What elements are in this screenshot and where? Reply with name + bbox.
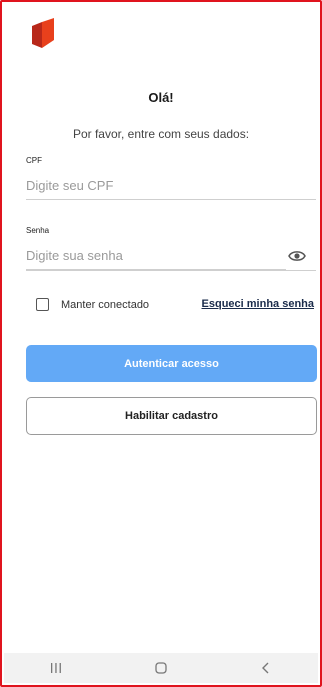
app-screen: Olá! Por favor, entre com seus dados: CP… (0, 0, 322, 687)
login-subtitle: Por favor, entre com seus dados: (72, 127, 250, 141)
back-button[interactable] (246, 656, 286, 680)
greeting-title: Olá! (148, 90, 174, 105)
remember-me-label: Manter conectado (61, 298, 150, 311)
brand-logo-icon (32, 18, 54, 48)
authenticate-button[interactable]: Autenticar acesso (26, 345, 317, 382)
forgot-password-link[interactable]: Esqueci minha senha (202, 298, 314, 310)
cpf-label: CPF (26, 156, 42, 165)
remember-me-checkbox[interactable]: Manter conectado (36, 298, 149, 311)
password-underline (26, 270, 316, 271)
password-label: Senha (26, 226, 50, 235)
enable-registration-button[interactable]: Habilitar cadastro (26, 397, 317, 435)
system-navbar (4, 653, 318, 683)
cpf-input[interactable] (26, 172, 316, 200)
password-input[interactable] (26, 242, 286, 270)
home-icon (155, 662, 167, 674)
checkbox-box[interactable] (36, 298, 49, 311)
recents-icon (51, 663, 62, 673)
recents-button[interactable] (36, 656, 76, 680)
home-button[interactable] (141, 656, 181, 680)
eye-icon[interactable] (288, 249, 306, 263)
back-icon (261, 662, 269, 674)
